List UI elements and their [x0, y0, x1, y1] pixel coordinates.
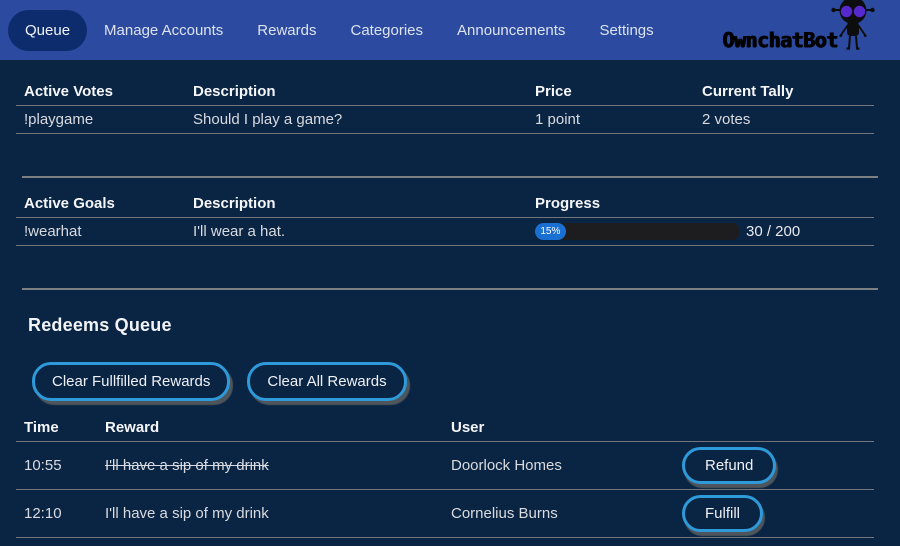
tab-manage-accounts[interactable]: Manage Accounts [87, 10, 240, 51]
progress-percent-label: 15% [540, 227, 560, 237]
vote-price: 1 point [527, 106, 694, 134]
page-title: Redeems Queue [28, 315, 884, 336]
goal-command: !wearhat [16, 218, 185, 246]
fulfill-button[interactable]: Fulfill [682, 495, 763, 532]
redeems-queue-table: Time Reward User 10:55 I'll have a sip o… [16, 414, 874, 538]
tab-rewards[interactable]: Rewards [240, 10, 333, 51]
vote-command: !playgame [16, 106, 185, 134]
redeems-header-actions [674, 414, 874, 442]
goals-header-row: Active Goals Description Progress [16, 190, 874, 218]
goals-header-command: Active Goals [16, 190, 185, 218]
table-row: !playgame Should I play a game? 1 point … [16, 106, 874, 134]
active-goals-table: Active Goals Description Progress !wearh… [16, 190, 874, 246]
redeems-actions: Clear Fullfilled Rewards Clear All Rewar… [32, 362, 884, 401]
vote-description: Should I play a game? [185, 106, 527, 134]
progress-bar-track: 15% [535, 223, 740, 240]
redeem-action-cell: Fulfill [674, 490, 874, 538]
redeem-reward: I'll have a sip of my drink [97, 442, 443, 490]
votes-header-tally: Current Tally [694, 78, 874, 106]
goal-progress-cell: 15% 30 / 200 [527, 218, 874, 246]
votes-header-price: Price [527, 78, 694, 106]
table-row: !wearhat I'll wear a hat. 15% 30 / 200 [16, 218, 874, 246]
votes-header-command: Active Votes [16, 78, 185, 106]
goals-header-progress: Progress [527, 190, 874, 218]
active-votes-table: Active Votes Description Price Current T… [16, 78, 874, 134]
tab-announcements[interactable]: Announcements [440, 10, 582, 51]
redeem-time: 10:55 [16, 442, 97, 490]
vote-tally: 2 votes [694, 106, 874, 134]
section-divider [22, 288, 878, 290]
tab-queue[interactable]: Queue [8, 10, 87, 51]
progress-value-text: 30 / 200 [746, 223, 800, 240]
progress-bar-fill: 15% [535, 223, 566, 240]
clear-all-button[interactable]: Clear All Rewards [247, 362, 406, 401]
goals-header-description: Description [185, 190, 527, 218]
tab-settings[interactable]: Settings [582, 10, 670, 51]
redeems-header-row: Time Reward User [16, 414, 874, 442]
refund-button[interactable]: Refund [682, 447, 776, 484]
votes-header-description: Description [185, 78, 527, 106]
redeems-header-time: Time [16, 414, 97, 442]
redeem-reward: I'll have a sip of my drink [97, 490, 443, 538]
table-row: 10:55 I'll have a sip of my drink Doorlo… [16, 442, 874, 490]
section-divider [22, 176, 878, 178]
navbar: Queue Manage Accounts Rewards Categories… [0, 0, 900, 60]
redeem-action-cell: Refund [674, 442, 874, 490]
queue-page: Active Votes Description Price Current T… [0, 78, 900, 538]
goal-progress: 15% 30 / 200 [535, 223, 866, 240]
redeems-header-user: User [443, 414, 674, 442]
logo-wordmark: OwnchatBot [723, 30, 838, 58]
redeem-user: Cornelius Burns [443, 490, 674, 538]
clear-fulfilled-button[interactable]: Clear Fullfilled Rewards [32, 362, 230, 401]
table-row: 12:10 I'll have a sip of my drink Cornel… [16, 490, 874, 538]
redeem-user: Doorlock Homes [443, 442, 674, 490]
app-logo: OwnchatBot [723, 0, 876, 58]
tab-categories[interactable]: Categories [333, 10, 440, 51]
redeems-header-reward: Reward [97, 414, 443, 442]
goal-description: I'll wear a hat. [185, 218, 527, 246]
robot-icon [830, 0, 876, 58]
votes-header-row: Active Votes Description Price Current T… [16, 78, 874, 106]
redeem-time: 12:10 [16, 490, 97, 538]
